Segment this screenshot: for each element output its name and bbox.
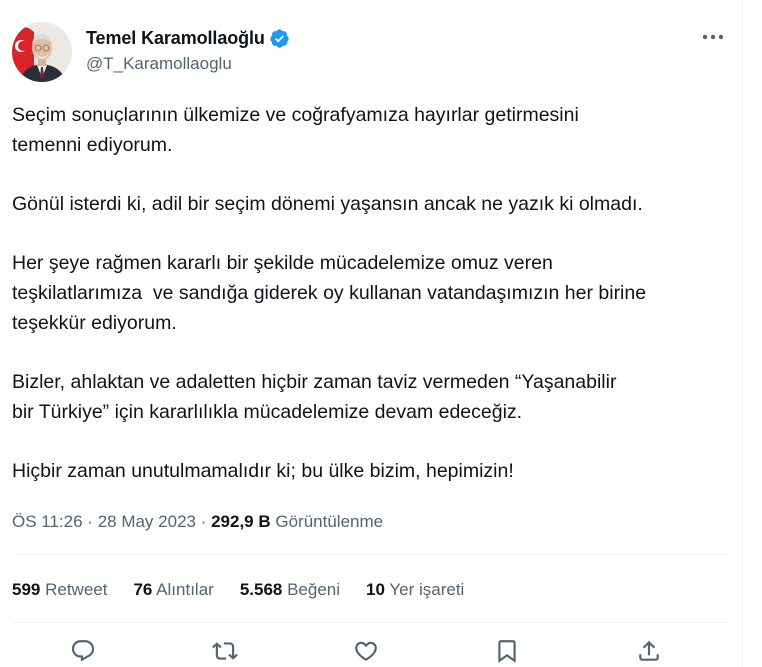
tweet-line: Seçim sonuçlarının ülkemize ve coğrafyam… [12, 104, 579, 126]
quotes-stat[interactable]: 76 Alıntılar [133, 580, 213, 600]
tweet-line: teşekkür ediyorum. [12, 312, 177, 334]
bookmarks-count: 10 [366, 580, 385, 599]
author-names: Temel Karamollaoğlu @T_Karamollaoglu [86, 26, 290, 74]
tweet-detail: Temel Karamollaoğlu @T_Karamollaoglu Seç… [0, 0, 743, 667]
tweet-line: Her şeye rağmen kararlı bir şekilde müca… [12, 252, 553, 274]
tweet-paragraph: Bizler, ahlaktan ve adaletten hiçbir zam… [12, 367, 727, 427]
tweet-meta: ÖS 11:26 · 28 May 2023 · 292,9 B Görüntü… [12, 512, 383, 532]
quotes-count: 76 [133, 580, 153, 599]
tweet-line: Bizler, ahlaktan ve adaletten hiçbir zam… [12, 371, 617, 393]
tweet-line: Gönül isterdi ki, adil bir seçim dönemi … [12, 193, 643, 215]
display-name[interactable]: Temel Karamollaoğlu [86, 28, 265, 49]
likes-label: Beğeni [282, 580, 341, 599]
likes-count: 5.568 [239, 580, 283, 599]
author-handle[interactable]: @T_Karamollaoglu [86, 54, 290, 74]
avatar-image [12, 22, 72, 82]
tweet-actions [0, 636, 742, 666]
tweet-paragraph: Gönül isterdi ki, adil bir seçim dönemi … [12, 189, 727, 219]
bookmark-icon[interactable] [492, 636, 522, 666]
tweet-stats: 599 Retweet 76 Alıntılar 5.568 Beğeni 10… [12, 580, 464, 600]
likes-stat[interactable]: 5.568 Beğeni [240, 580, 340, 600]
bookmarks-label: Yer işareti [384, 580, 465, 599]
divider [12, 622, 730, 623]
avatar[interactable] [12, 22, 72, 82]
tweet-paragraph: Her şeye rağmen kararlı bir şekilde müca… [12, 248, 727, 338]
retweets-label: Retweet [40, 580, 108, 599]
tweet-paragraph: Hiçbir zaman unutulmamalıdır ki; bu ülke… [12, 456, 727, 486]
views-label: Görüntülenme [270, 512, 384, 531]
tweet-line: Hiçbir zaman unutulmamalıdır ki; bu ülke… [12, 460, 514, 482]
quotes-label: Alıntılar [152, 580, 214, 599]
tweet-line: bir Türkiye” için kararlılıkla mücadelem… [12, 401, 523, 423]
share-icon[interactable] [634, 636, 664, 666]
views-count: 292,9 B [211, 512, 271, 531]
tweet-text: Seçim sonuçlarının ülkemize ve coğrafyam… [12, 100, 727, 515]
bookmarks-stat[interactable]: 10 Yer işareti [366, 580, 464, 600]
reply-icon[interactable] [68, 636, 98, 666]
tweet-header: Temel Karamollaoğlu @T_Karamollaoglu [12, 22, 730, 82]
tweet-date[interactable]: 28 May 2023 [98, 512, 196, 531]
meta-separator: · [82, 512, 98, 531]
retweets-count: 599 [12, 580, 41, 599]
more-options-icon[interactable] [698, 26, 728, 48]
divider [12, 554, 730, 555]
tweet-paragraph: Seçim sonuçlarının ülkemize ve coğrafyam… [12, 100, 727, 160]
display-name-row: Temel Karamollaoğlu [86, 26, 290, 50]
tweet-time[interactable]: ÖS 11:26 [12, 512, 83, 531]
tweet-line: temenni ediyorum. [12, 134, 173, 156]
verified-badge-icon[interactable] [269, 28, 290, 49]
tweet-line: teşkilatlarımıza ve sandığa giderek oy k… [12, 282, 647, 304]
retweet-icon[interactable] [210, 636, 240, 666]
like-icon[interactable] [351, 636, 381, 666]
meta-separator: · [195, 512, 212, 531]
retweets-stat[interactable]: 599 Retweet [12, 580, 107, 600]
